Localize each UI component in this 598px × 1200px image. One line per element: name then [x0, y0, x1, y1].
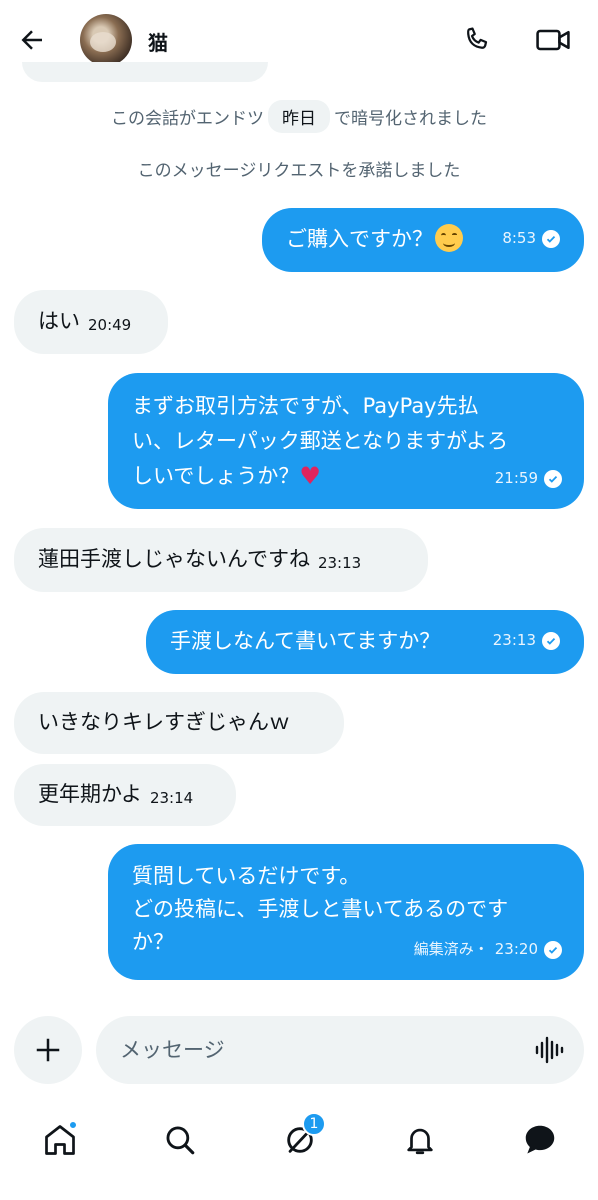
message-meta: 編集済み・ 23:20	[414, 933, 562, 966]
encryption-text-start: この会話がエンドツ	[111, 109, 264, 129]
message-text: はい 20:49	[38, 309, 132, 334]
read-check-icon	[544, 940, 562, 959]
message-composer	[96, 1016, 584, 1084]
message-text: 手渡しなんて書いてますか？	[170, 629, 441, 653]
message-bubble-incoming[interactable]: 蓮田手渡しじゃないんですね 23:13	[14, 528, 428, 592]
message-meta: 23:13	[493, 624, 560, 657]
avatar[interactable]	[80, 14, 132, 66]
search-icon	[166, 1126, 195, 1155]
request-accepted-notice: このメッセージリクエストを承諾しました	[137, 161, 461, 181]
message-bubble-incoming[interactable]: はい 20:49	[14, 290, 168, 354]
video-call-button[interactable]	[532, 22, 574, 58]
message-text: まずお取引方法ですが、PayPay先払 い、レターパック郵送となりますがよろ し…	[132, 389, 508, 494]
nav-notifications[interactable]	[396, 1116, 444, 1164]
message-time: 20:49	[88, 316, 132, 334]
message-meta: 21:59	[495, 462, 562, 495]
contact-name[interactable]: 猫	[148, 27, 168, 56]
date-chip: 昨日	[268, 100, 330, 133]
message-time: 23:13	[317, 554, 362, 572]
home-notification-dot	[68, 1120, 78, 1130]
nav-search[interactable]	[156, 1116, 204, 1164]
plus-icon	[36, 1038, 60, 1062]
message-bubble-outgoing[interactable]: 手渡しなんて書いてますか？ 23:13	[146, 610, 584, 674]
back-button[interactable]	[14, 22, 50, 58]
call-button[interactable]	[458, 22, 494, 58]
encryption-notice: この会話がエンドツ 昨日 で暗号化されました	[0, 100, 598, 133]
nav-messages[interactable]	[516, 1116, 564, 1164]
read-check-icon	[544, 469, 562, 488]
voice-message-button[interactable]	[532, 1034, 566, 1066]
nav-home[interactable]	[36, 1116, 84, 1164]
nav-grok[interactable]: 1	[276, 1112, 326, 1164]
chat-bubble-icon	[525, 1125, 555, 1154]
edited-label: 編集済み・	[413, 940, 489, 958]
red-heart-emoji-icon: ♥	[299, 462, 321, 490]
message-bubble-incoming[interactable]: いきなりキレすぎじゃんｗ	[14, 692, 344, 754]
message-time: 23:20	[494, 940, 538, 958]
message-time: 23:13	[492, 631, 536, 649]
message-time: 23:14	[149, 789, 194, 807]
read-check-icon	[542, 229, 560, 248]
message-bubble-outgoing[interactable]: まずお取引方法ですが、PayPay先払 い、レターパック郵送となりますがよろ し…	[108, 373, 584, 509]
message-meta: 8:53	[502, 222, 560, 255]
message-text: いきなりキレすぎじゃんｗ	[38, 710, 290, 734]
phone-icon	[467, 27, 488, 49]
dm-conversation-screen: 猫 この会話がエンドツ 昨日 で暗号化されました このメッセージリクエストを承諾しま…	[0, 0, 598, 1200]
arrow-left-icon	[21, 30, 42, 50]
video-camera-icon	[536, 29, 570, 51]
message-text: ご購入ですか？	[286, 223, 463, 256]
audio-waveform-icon	[535, 1036, 564, 1064]
message-bubble-outgoing[interactable]: 質問しているだけです。 どの投稿に、手渡しと書いてあるのです か？ 編集済み・ …	[108, 844, 584, 980]
encryption-text-end: で暗号化されました	[334, 109, 487, 129]
bell-icon	[407, 1128, 433, 1155]
message-time: 8:53	[502, 229, 536, 247]
message-time: 21:59	[494, 469, 538, 487]
grok-badge: 1	[302, 1112, 326, 1136]
add-media-button[interactable]	[14, 1016, 82, 1084]
message-text: 蓮田手渡しじゃないんですね 23:13	[38, 547, 362, 572]
message-bubble-incoming[interactable]: 更年期かよ 23:14	[14, 764, 236, 826]
message-text: 更年期かよ 23:14	[38, 782, 194, 807]
smiling-face-emoji-icon	[435, 224, 463, 252]
read-check-icon	[542, 631, 560, 650]
bottom-navigation: 1	[0, 1100, 598, 1200]
message-bubble-outgoing[interactable]: ご購入ですか？ 8:53	[262, 208, 584, 272]
message-input[interactable]	[120, 1034, 500, 1066]
previous-message-bubble	[22, 62, 268, 82]
